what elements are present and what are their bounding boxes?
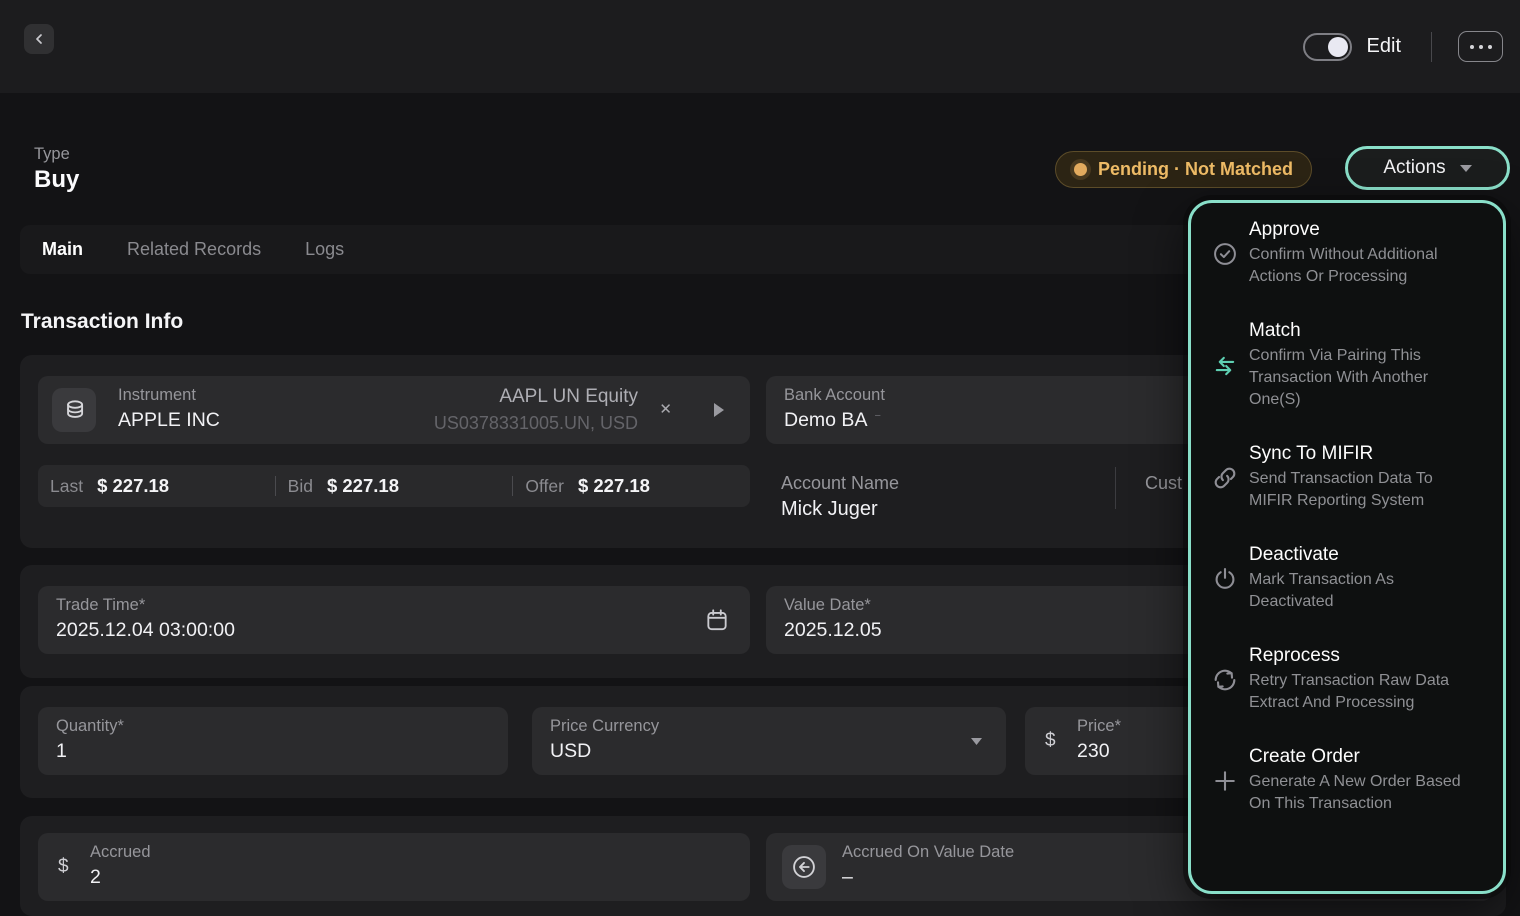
last-price: Last $ 227.18 [38,475,275,497]
menu-item-reprocess[interactable]: Reprocess Retry Transaction Raw Data Ext… [1201,645,1489,714]
menu-item-sync-to-mifir[interactable]: Sync To MIFIR Send Transaction Data To M… [1201,443,1489,512]
account-divider [1115,467,1116,509]
arrow-left-circle-icon [790,853,818,881]
quantity-value: 1 [56,740,67,763]
bank-account-label: Bank Account [784,386,885,405]
value-date-label: Value Date* [784,596,871,615]
last-label: Last [50,476,83,497]
menu-item-deactivate[interactable]: Deactivate Mark Transaction As Deactivat… [1201,544,1489,613]
actions-button-label: Actions [1383,157,1445,179]
menu-item-title: Sync To MIFIR [1249,443,1467,465]
tab-logs[interactable]: Logs [305,239,344,260]
trade-time-label: Trade Time* [56,596,145,615]
caret-down-icon [1460,165,1472,172]
menu-item-description: Confirm Without Additional Actions Or Pr… [1249,244,1467,288]
check-circle-icon [1201,240,1249,268]
accrued-ovd-icon-wrap[interactable] [782,845,826,889]
calendar-icon[interactable] [704,607,730,633]
edit-toggle[interactable] [1303,33,1352,61]
menu-item-description: Send Transaction Data To MIFIR Reporting… [1249,468,1467,512]
instrument-value: APPLE INC [118,409,220,432]
type-label: Type [34,145,70,164]
edit-toggle-label: Edit [1367,35,1401,58]
trade-time-field[interactable]: Trade Time* 2025.12.04 03:00:00 [38,586,750,654]
type-value: Buy [34,166,79,194]
bid-price: Bid $ 227.18 [276,475,513,497]
accrued-ovd-label: Accrued On Value Date [842,843,1014,862]
menu-item-title: Match [1249,320,1467,342]
clear-icon[interactable]: ✕ [659,400,672,418]
menu-item-approve[interactable]: Approve Confirm Without Additional Actio… [1201,219,1489,288]
expand-right-icon[interactable] [714,403,724,417]
menu-item-description: Mark Transaction As Deactivated [1249,569,1467,613]
instrument-icon-wrap [52,388,96,432]
tab-related-records[interactable]: Related Records [127,239,261,260]
more-options-button[interactable] [1458,31,1503,62]
trade-time-value: 2025.12.04 03:00:00 [56,619,235,642]
value-date-value: 2025.12.05 [784,619,882,642]
price-value: 230 [1077,740,1110,763]
account-name-label: Account Name [781,473,899,494]
menu-item-title: Deactivate [1249,544,1467,566]
price-currency-label: Price Currency [550,717,659,736]
swap-arrows-icon [1201,352,1249,380]
toggle-knob [1328,37,1348,57]
refresh-icon [1201,666,1249,694]
plus-icon [1201,767,1249,795]
accrued-value: 2 [90,866,101,889]
accrued-ovd-value: – [842,866,853,889]
market-prices-row: Last $ 227.18 Bid $ 227.18 Offer $ 227.1… [38,465,750,507]
caret-down-icon [971,738,982,745]
price-currency-select[interactable]: Price Currency USD [532,707,1006,775]
back-button[interactable] [24,24,54,54]
menu-item-title: Approve [1249,219,1467,241]
instrument-field[interactable]: Instrument APPLE INC AAPL UN Equity US03… [38,376,750,444]
menu-item-title: Reprocess [1249,645,1467,667]
tab-main[interactable]: Main [42,239,83,260]
instrument-ticker: AAPL UN Equity [499,386,638,408]
transaction-detail-page: Edit Type Buy Pending · Not Matched Acti… [0,0,1520,916]
bid-label: Bid [288,476,313,497]
status-text: Pending · Not Matched [1098,159,1293,180]
bid-value: $ 227.18 [327,475,399,497]
offer-price: Offer $ 227.18 [513,475,750,497]
coins-icon [61,397,87,423]
dollar-icon: $ [58,856,69,878]
accrued-label: Accrued [90,843,151,862]
power-icon [1201,565,1249,593]
instrument-label: Instrument [118,386,196,405]
menu-item-title: Create Order [1249,746,1467,768]
quantity-label: Quantity* [56,717,124,736]
actions-button[interactable]: Actions [1345,146,1510,190]
status-dot-icon [1074,163,1087,176]
price-currency-value: USD [550,740,591,763]
bank-account-mark: − [874,410,880,422]
custodian-label-partial: Cust [1145,473,1182,494]
actions-dropdown-menu: Approve Confirm Without Additional Actio… [1188,200,1506,894]
account-name-value: Mick Juger [781,498,878,521]
last-value: $ 227.18 [97,475,169,497]
bank-account-value: Demo BA− [784,409,881,432]
ellipsis-icon [1470,45,1492,49]
quantity-field[interactable]: Quantity* 1 [38,707,508,775]
menu-item-match[interactable]: Match Confirm Via Pairing This Transacti… [1201,320,1489,411]
accrued-field[interactable]: $ Accrued 2 [38,833,750,901]
offer-label: Offer [525,476,564,497]
dollar-icon: $ [1045,730,1056,752]
topbar: Edit [0,0,1520,93]
menu-item-description: Confirm Via Pairing This Transaction Wit… [1249,345,1467,411]
topbar-actions: Edit [1303,0,1503,93]
offer-value: $ 227.18 [578,475,650,497]
menu-item-description: Generate A New Order Based On This Trans… [1249,771,1467,815]
link-icon [1201,464,1249,492]
instrument-isin: US0378331005.UN, USD [434,413,638,434]
section-title: Transaction Info [21,310,183,334]
menu-item-description: Retry Transaction Raw Data Extract And P… [1249,670,1467,714]
menu-item-create-order[interactable]: Create Order Generate A New Order Based … [1201,746,1489,815]
topbar-divider [1431,32,1432,62]
status-badge: Pending · Not Matched [1055,151,1312,188]
price-label: Price* [1077,717,1121,736]
chevron-left-icon [31,31,47,47]
